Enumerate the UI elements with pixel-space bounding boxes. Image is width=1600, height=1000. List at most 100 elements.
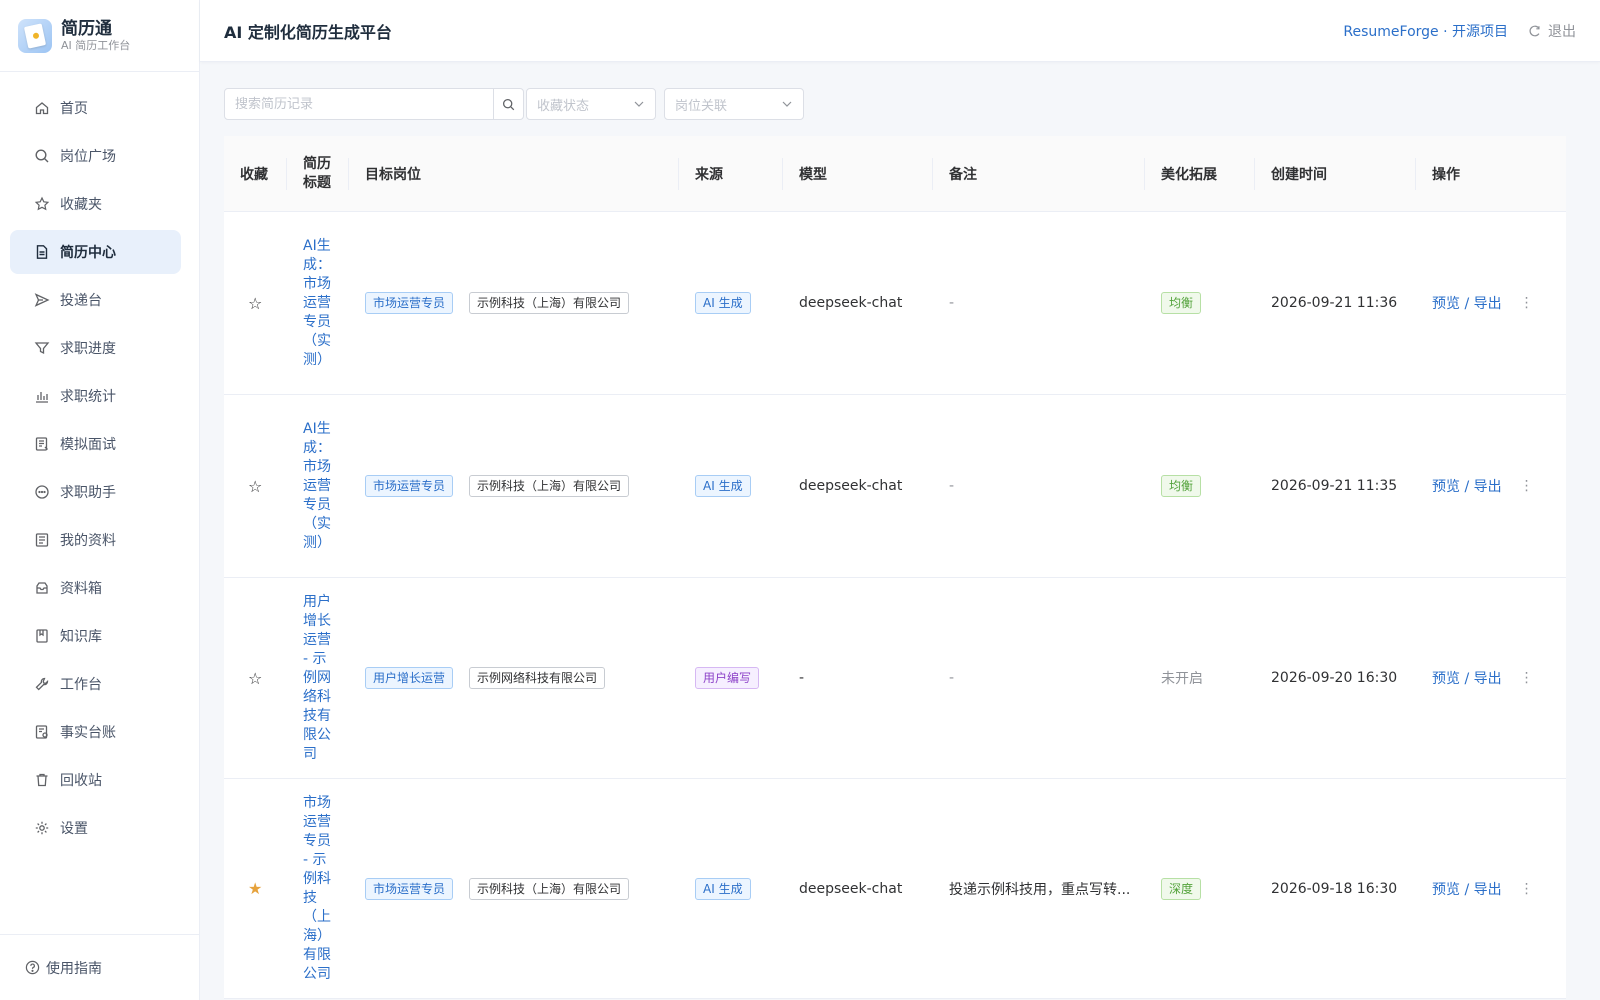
fav-status-select[interactable]: 收藏状态 [526,88,656,120]
inbox-icon [34,580,50,596]
bar-chart-icon [34,388,50,404]
col-created: 创建时间 [1255,136,1416,211]
company-tag: 示例科技（上海）有限公司 [469,877,630,900]
trash-icon [34,772,50,788]
note-cell: - [949,295,955,311]
search-box [224,88,524,120]
role-tag: 用户增长运营 [365,667,454,689]
brand[interactable]: 简历通 AI 简历工作台 [0,0,199,72]
sidebar: 简历通 AI 简历工作台 首页岗位广场 收藏夹简历中心投递台求职进度求职统计模拟面… [0,0,200,1000]
ledger-icon [34,724,50,740]
sidebar-item-9[interactable]: 我的资料 [10,518,181,562]
job-link-select[interactable]: 岗位关联 [664,88,804,120]
sidebar-item-11[interactable]: 知识库 [10,614,181,658]
sidebar-item-label: 求职进度 [60,341,116,357]
sidebar-item-14[interactable]: 回收站 [10,758,181,802]
note-cell: - [949,670,955,686]
sidebar-item-8[interactable]: 求职助手 [10,470,181,514]
sidebar-item-label: 我的资料 [60,533,116,549]
beauty-text: 未开启 [1161,671,1203,687]
model-cell: - [799,670,805,686]
table-row: ☆ AI生成：市场运营专员（实测） 市场运营专员 示例科技（上海）有限公司 AI … [224,212,1566,395]
sidebar-item-4[interactable]: 投递台 [10,278,181,322]
search-icon [34,148,50,164]
model-cell: deepseek-chat [799,478,903,494]
source-tag: AI 生成 [695,475,751,497]
preview-export-link[interactable]: 预览 / 导出 [1432,293,1502,313]
sidebar-item-label: 设置 [60,821,88,837]
brand-logo [18,18,52,53]
beauty-tag: 深度 [1161,877,1202,900]
sidebar-item-15[interactable]: 设置 [10,806,181,850]
search-input[interactable] [225,89,493,119]
sidebar-item-12[interactable]: 工作台 [10,662,181,706]
usage-guide-link[interactable]: 使用指南 [0,934,199,1000]
sidebar-item-label: 事实台账 [60,725,116,741]
star-outline-icon[interactable]: ☆ [248,669,262,688]
resume-table: 收藏 简历标题 目标岗位 来源 模型 备注 美化拓展 创建时间 操作 ☆ AI生… [224,136,1566,999]
col-fav: 收藏 [224,136,287,211]
resume-title-link[interactable]: AI生成：市场运营专员（实测） [303,237,333,370]
more-actions-icon[interactable]: ⋮ [1520,295,1534,311]
search-icon [502,98,515,110]
help-icon [24,960,40,976]
resume-title-link[interactable]: AI生成：市场运营专员（实测） [303,420,333,553]
sidebar-item-label: 简历中心 [60,245,116,261]
gear-icon [34,820,50,836]
project-link[interactable]: ResumeForge · 开源项目 [1343,21,1508,41]
preview-export-link[interactable]: 预览 / 导出 [1432,668,1502,688]
sidebar-item-10[interactable]: 资料箱 [10,566,181,610]
created-time-cell: 2026-09-21 11:35 [1271,478,1398,494]
sidebar-item-label: 求职统计 [60,389,116,405]
more-actions-icon[interactable]: ⋮ [1520,881,1534,897]
document-icon [34,244,50,260]
brand-subtitle: AI 简历工作台 [61,38,131,52]
resume-title-link[interactable]: 用户增长运营 - 示例网络科技有限公司 [303,593,333,764]
model-cell: deepseek-chat [799,295,903,311]
funnel-icon [34,340,50,356]
sidebar-item-1[interactable]: 岗位广场 [10,134,181,178]
more-actions-icon[interactable]: ⋮ [1520,478,1534,494]
sidebar-item-label: 求职助手 [60,485,116,501]
star-outline-icon[interactable]: ☆ [248,294,262,313]
star-outline-icon[interactable]: ☆ [248,477,262,496]
source-tag: AI 生成 [695,877,751,900]
sidebar-item-2[interactable]: 收藏夹 [10,182,181,226]
table-row: ☆ AI生成：市场运营专员（实测） 市场运营专员 示例科技（上海）有限公司 AI … [224,395,1566,578]
col-source: 来源 [679,136,783,211]
sidebar-item-13[interactable]: 事实台账 [10,710,181,754]
sidebar-item-label: 投递台 [60,293,102,309]
send-icon [34,292,50,308]
search-button[interactable] [493,89,523,119]
star-icon [34,196,50,212]
preview-export-link[interactable]: 预览 / 导出 [1432,476,1502,496]
sidebar-item-label: 首页 [60,101,88,117]
chevron-down-icon [782,101,792,107]
sidebar-item-5[interactable]: 求职进度 [10,326,181,370]
sidebar-item-7[interactable]: 模拟面试 [10,422,181,466]
table-header: 收藏 简历标题 目标岗位 来源 模型 备注 美化拓展 创建时间 操作 [224,136,1566,212]
logout-button[interactable]: 退出 [1528,21,1576,41]
role-tag: 市场运营专员 [365,475,454,497]
sidebar-item-6[interactable]: 求职统计 [10,374,181,418]
sidebar-item-label: 工作台 [60,677,102,693]
company-tag: 示例科技（上海）有限公司 [469,292,630,314]
source-tag: AI 生成 [695,292,751,314]
home-icon [34,100,50,116]
model-cell: deepseek-chat [799,880,903,897]
top-header: AI 定制化简历生成平台 ResumeForge · 开源项目 退出 [200,0,1600,62]
col-ops: 操作 [1432,166,1460,183]
sidebar-item-3[interactable]: 简历中心 [10,230,181,274]
resume-title-link[interactable]: 市场运营专员 - 示例科技（上海）有限公司 [303,794,333,984]
sidebar-item-label: 模拟面试 [60,437,116,453]
role-tag: 市场运营专员 [365,292,454,314]
chat-icon [34,484,50,500]
sidebar-nav: 首页岗位广场 收藏夹简历中心投递台求职进度求职统计模拟面试求职助手我的资料资料箱知… [0,72,199,850]
preview-export-link[interactable]: 预览 / 导出 [1432,879,1502,899]
col-beauty: 美化拓展 [1145,136,1255,211]
interview-icon [34,436,50,452]
sidebar-item-0[interactable]: 首页 [10,86,181,130]
sidebar-item-label: 资料箱 [60,581,102,597]
star-filled-icon[interactable]: ★ [248,879,262,898]
more-actions-icon[interactable]: ⋮ [1520,670,1534,686]
